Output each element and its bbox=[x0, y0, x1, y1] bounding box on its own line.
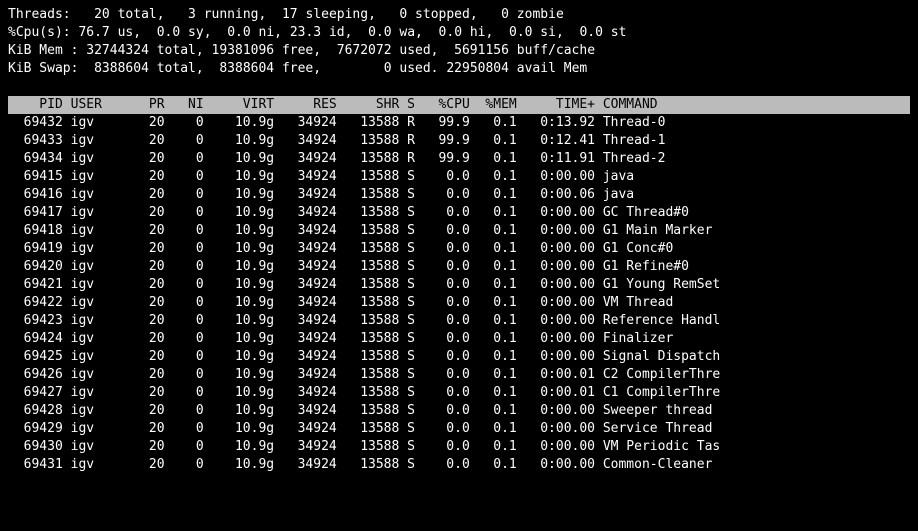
cpu-sy: 0.0 sy, bbox=[157, 25, 212, 40]
process-table-body: 69432 igv 20 0 10.9g 34924 13588 R 99.9 … bbox=[8, 114, 910, 474]
mem-summary: KiB Mem : 32744324 total, 19381096 free,… bbox=[8, 42, 910, 60]
mem-label: KiB Mem : bbox=[8, 43, 78, 58]
process-row: 69416 igv 20 0 10.9g 34924 13588 S 0.0 0… bbox=[8, 186, 910, 204]
process-row: 69418 igv 20 0 10.9g 34924 13588 S 0.0 0… bbox=[8, 222, 910, 240]
terminal-output: Threads: 20 total, 3 running, 17 sleepin… bbox=[0, 0, 918, 480]
threads-sleeping: 17 sleeping, bbox=[282, 7, 376, 22]
process-row: 69420 igv 20 0 10.9g 34924 13588 S 0.0 0… bbox=[8, 258, 910, 276]
process-row: 69428 igv 20 0 10.9g 34924 13588 S 0.0 0… bbox=[8, 402, 910, 420]
process-table-header: PID USER PR NI VIRT RES SHR S %CPU %MEM … bbox=[8, 96, 910, 114]
cpu-wa: 0.0 wa, bbox=[368, 25, 423, 40]
cpu-us: 76.7 us, bbox=[78, 25, 141, 40]
process-row: 69424 igv 20 0 10.9g 34924 13588 S 0.0 0… bbox=[8, 330, 910, 348]
mem-free: 19381096 free, bbox=[212, 43, 322, 58]
process-row: 69433 igv 20 0 10.9g 34924 13588 R 99.9 … bbox=[8, 132, 910, 150]
threads-summary: Threads: 20 total, 3 running, 17 sleepin… bbox=[8, 6, 910, 24]
cpu-id: 23.3 id, bbox=[290, 25, 353, 40]
process-row: 69430 igv 20 0 10.9g 34924 13588 S 0.0 0… bbox=[8, 438, 910, 456]
threads-zombie: 0 zombie bbox=[501, 7, 564, 22]
cpu-ni: 0.0 ni, bbox=[227, 25, 282, 40]
cpu-si: 0.0 si, bbox=[509, 25, 564, 40]
cpu-summary: %Cpu(s): 76.7 us, 0.0 sy, 0.0 ni, 23.3 i… bbox=[8, 24, 910, 42]
threads-running: 3 running, bbox=[188, 7, 266, 22]
process-row: 69422 igv 20 0 10.9g 34924 13588 S 0.0 0… bbox=[8, 294, 910, 312]
threads-total: 20 total, bbox=[94, 7, 164, 22]
process-row: 69431 igv 20 0 10.9g 34924 13588 S 0.0 0… bbox=[8, 456, 910, 474]
swap-total: 8388604 total, bbox=[94, 61, 204, 76]
mem-used: 7672072 used, bbox=[337, 43, 439, 58]
swap-free: 8388604 free, bbox=[219, 61, 321, 76]
threads-stopped: 0 stopped, bbox=[399, 7, 477, 22]
process-row: 69421 igv 20 0 10.9g 34924 13588 S 0.0 0… bbox=[8, 276, 910, 294]
process-row: 69432 igv 20 0 10.9g 34924 13588 R 99.9 … bbox=[8, 114, 910, 132]
mem-total: 32744324 total, bbox=[86, 43, 203, 58]
process-row: 69429 igv 20 0 10.9g 34924 13588 S 0.0 0… bbox=[8, 420, 910, 438]
process-row: 69427 igv 20 0 10.9g 34924 13588 S 0.0 0… bbox=[8, 384, 910, 402]
cpu-hi: 0.0 hi, bbox=[439, 25, 494, 40]
threads-label: Threads: bbox=[8, 7, 71, 22]
process-row: 69415 igv 20 0 10.9g 34924 13588 S 0.0 0… bbox=[8, 168, 910, 186]
process-row: 69426 igv 20 0 10.9g 34924 13588 S 0.0 0… bbox=[8, 366, 910, 384]
process-row: 69423 igv 20 0 10.9g 34924 13588 S 0.0 0… bbox=[8, 312, 910, 330]
swap-label: KiB Swap: bbox=[8, 61, 78, 76]
blank-line bbox=[8, 78, 910, 96]
swap-avail: 22950804 avail Mem bbox=[446, 61, 587, 76]
swap-used: 0 used. bbox=[384, 61, 439, 76]
process-row: 69417 igv 20 0 10.9g 34924 13588 S 0.0 0… bbox=[8, 204, 910, 222]
process-row: 69434 igv 20 0 10.9g 34924 13588 R 99.9 … bbox=[8, 150, 910, 168]
mem-buffcache: 5691156 buff/cache bbox=[454, 43, 595, 58]
cpu-st: 0.0 st bbox=[579, 25, 626, 40]
swap-summary: KiB Swap: 8388604 total, 8388604 free, 0… bbox=[8, 60, 910, 78]
cpu-label: %Cpu(s): bbox=[8, 25, 71, 40]
process-row: 69425 igv 20 0 10.9g 34924 13588 S 0.0 0… bbox=[8, 348, 910, 366]
process-row: 69419 igv 20 0 10.9g 34924 13588 S 0.0 0… bbox=[8, 240, 910, 258]
